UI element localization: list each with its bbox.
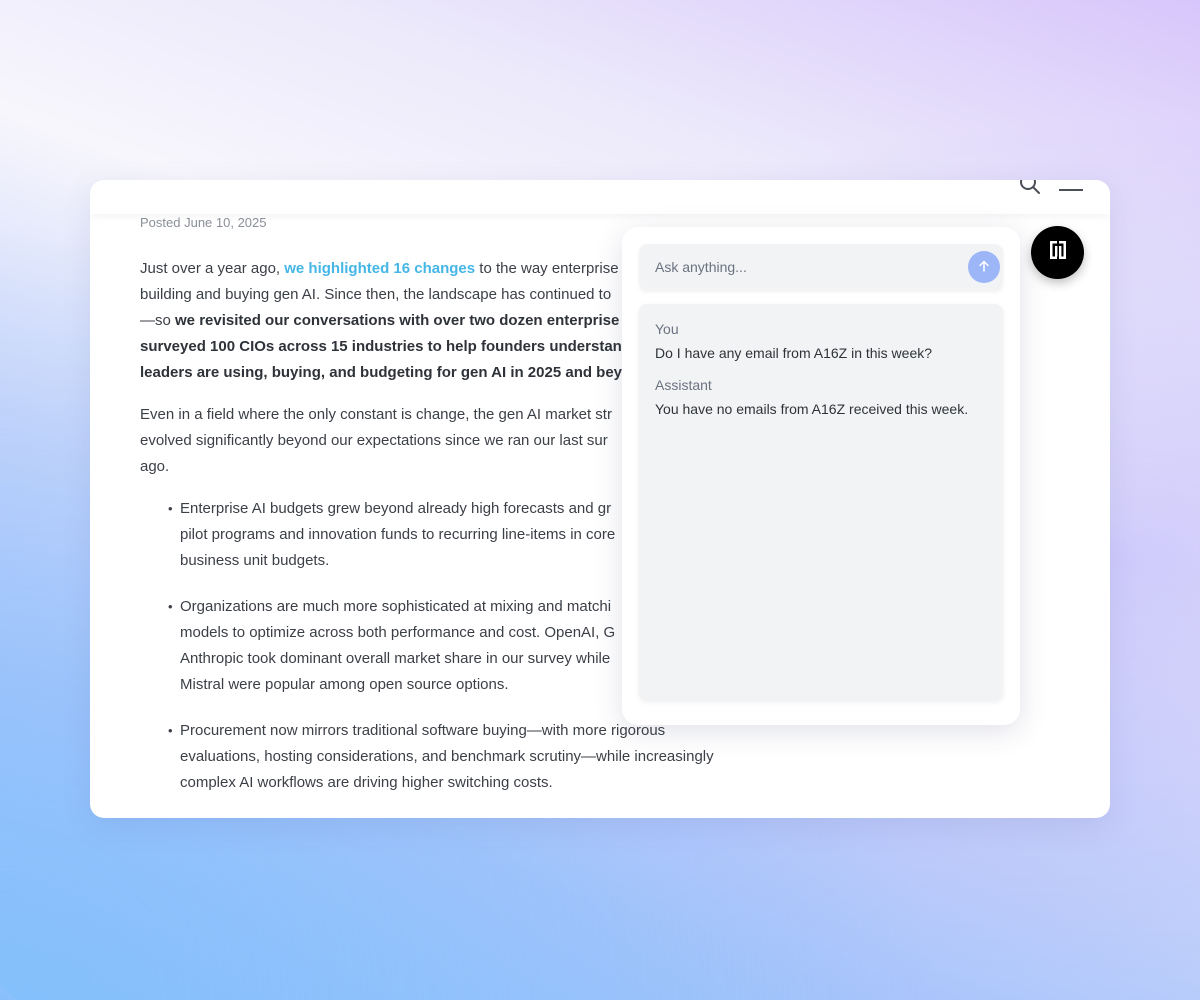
conversation-thread: You Do I have any email from A16Z in thi… <box>639 304 1003 700</box>
bullet-glyph: • <box>168 599 173 614</box>
bullet-glyph: • <box>168 501 173 516</box>
assistant-message: Assistant You have no emails from A16Z r… <box>655 376 987 418</box>
text-segment: —so <box>140 312 176 329</box>
arrow-up-icon <box>977 259 991 276</box>
list-item: • Procurement now mirrors traditional so… <box>140 718 740 796</box>
search-icon[interactable] <box>1018 180 1042 196</box>
message-text: Do I have any email from A16Z in this we… <box>655 345 933 361</box>
ask-input[interactable] <box>655 257 955 277</box>
ask-box <box>639 244 1003 290</box>
user-message: You Do I have any email from A16Z in thi… <box>655 320 987 362</box>
text-line: complex AI workflows are driving higher … <box>180 774 553 791</box>
highlighted-changes-link[interactable]: we highlighted 16 changes <box>284 260 475 277</box>
message-role: You <box>655 321 679 337</box>
send-button[interactable] <box>968 251 1000 283</box>
hamburger-menu-icon[interactable] <box>1058 180 1084 194</box>
assistant-chat-panel: You Do I have any email from A16Z in thi… <box>622 227 1020 725</box>
app-logo-icon <box>1047 238 1069 267</box>
site-header <box>90 180 1110 214</box>
message-role: Assistant <box>655 377 712 393</box>
bullet-glyph: • <box>168 723 173 738</box>
text-segment: Just over a year ago, <box>140 260 285 277</box>
text-line: evaluations, hosting considerations, and… <box>180 748 714 765</box>
message-text: You have no emails from A16Z received th… <box>655 401 969 417</box>
bold-text: we revisited our conversations with over… <box>175 312 633 329</box>
assistant-launcher-button[interactable] <box>1031 226 1084 279</box>
text-segment: to the way enterprise <box>475 260 619 277</box>
